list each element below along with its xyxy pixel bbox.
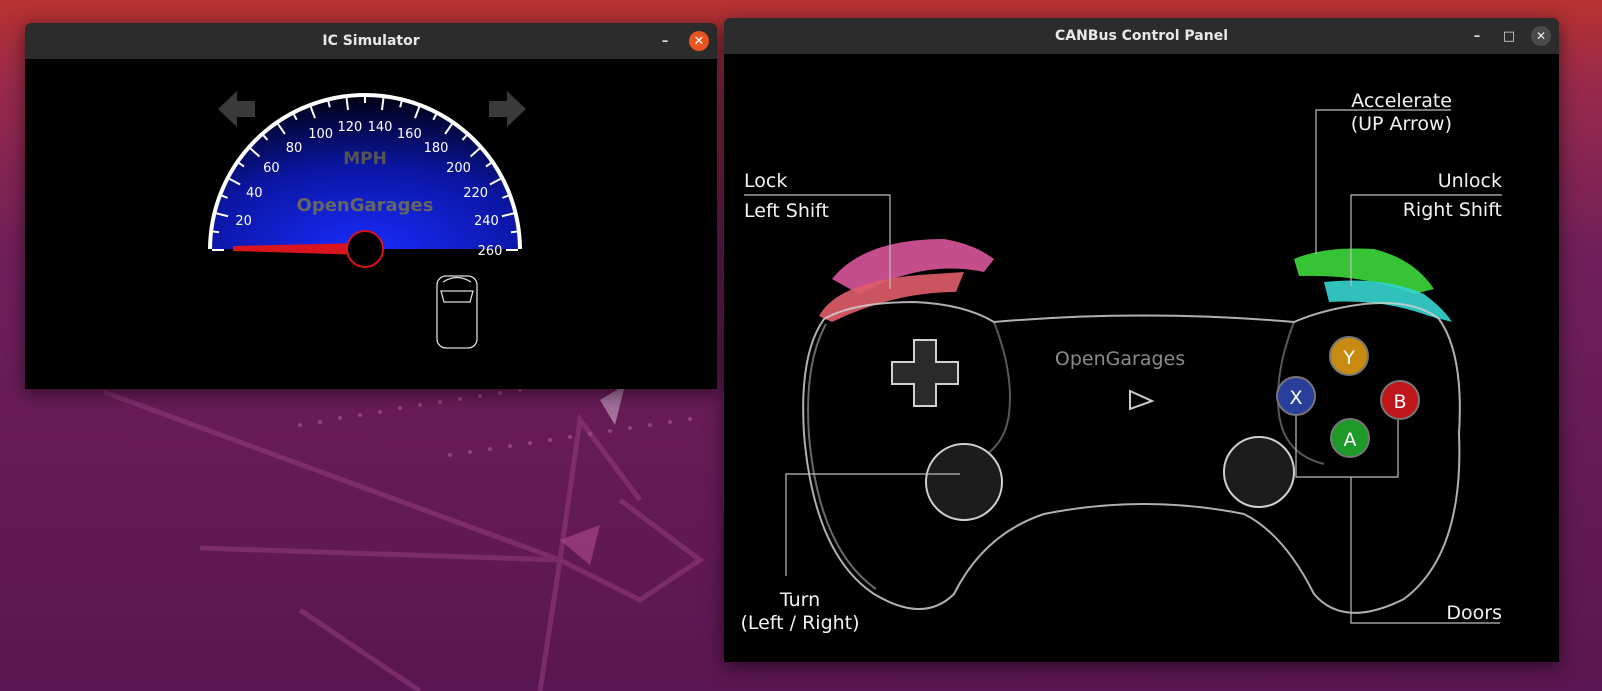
instrument-cluster: 20406080100 120 140 160180200220240260 MPH … [206,91,526,349]
face-button-b: B [1380,380,1420,420]
svg-text:A: A [1344,429,1357,451]
turn-keys-label: (Left / Right) [740,612,860,634]
ic-minimize-button[interactable]: – [655,31,675,51]
ic-close-button[interactable]: ✕ [689,31,709,51]
dpad-icon [891,339,959,407]
unlock-label: Unlock [1437,170,1502,192]
canbus-control-panel-window: CANBus Control Panel – □ ✕ Y X B A OpenG… [724,18,1559,662]
gauge-tick-label: 140 [368,120,393,135]
gauge-tick-label: 80 [286,141,303,156]
left-turn-arrow-icon [218,91,255,127]
gauge-tick-label: 260 [478,244,503,259]
up-arrow-label: (UP Arrow) [1350,113,1452,135]
lock-label: Lock [744,170,788,192]
needle-hub [346,230,384,268]
gauge-tick-label: 60 [263,161,280,176]
car-doors-icon [436,275,478,349]
cp-content[interactable]: Y X B A OpenGarages Lock Left Shift Acce… [724,54,1559,662]
gauge-tick [327,101,331,108]
turn-label: Turn [779,589,821,611]
gauge-tick [212,230,220,234]
ic-window-title: IC Simulator [322,33,420,49]
right-turn-arrow-icon [489,91,526,127]
face-button-x: X [1276,376,1316,416]
right-thumbstick [1223,436,1295,508]
doors-label: Doors [1446,602,1502,624]
cp-maximize-button[interactable]: □ [1499,26,1519,46]
svg-text:Y: Y [1342,347,1355,369]
ic-simulator-window: IC Simulator – ✕ 20 40 60 80 100 120 140… [25,23,717,389]
gauge-tick-label: 180 [424,141,449,156]
gauge-tick-label: 120 [338,120,363,135]
gauge-tick-label: 160 [397,127,422,142]
gauge-tick-label: 220 [463,186,488,201]
ic-content: 20 40 60 80 100 120 140 160 180 200 220 240 260 MPH … [25,59,717,389]
gauge-tick [399,101,403,108]
cp-window-title: CANBus Control Panel [1054,28,1228,44]
controller-brand-label: OpenGarages [1055,348,1185,370]
gauge-tick-label: 100 [308,127,333,142]
cp-titlebar: CANBus Control Panel – □ ✕ [724,18,1559,54]
face-button-a: A [1330,418,1370,458]
ic-titlebar: IC Simulator – ✕ [25,23,717,59]
gauge-tick-label: 240 [474,214,499,229]
gauge-tick-label: 200 [446,161,471,176]
gauge-tick [510,230,518,234]
gauge-unit-label: MPH [343,149,387,169]
gauge-tick-label: 40 [246,186,263,201]
accelerate-label: Accelerate [1351,90,1452,112]
cp-minimize-button[interactable]: – [1467,26,1487,46]
left-shift-label: Left Shift [744,200,829,222]
left-thumbstick [925,443,1003,521]
face-button-y: Y [1329,336,1369,376]
svg-text:X: X [1289,387,1302,409]
gauge-brand-label: OpenGarages [297,195,434,216]
gauge-tick-label: 20 [235,214,252,229]
right-shift-label: Right Shift [1402,199,1502,221]
center-play-icon [1129,389,1155,411]
speedometer: 20406080100 120 140 160180200220240260 MPH … [206,93,524,268]
cp-close-button[interactable]: ✕ [1531,26,1551,46]
gamepad-illustration: Y X B A OpenGarages [744,109,1502,624]
svg-text:B: B [1393,391,1406,413]
